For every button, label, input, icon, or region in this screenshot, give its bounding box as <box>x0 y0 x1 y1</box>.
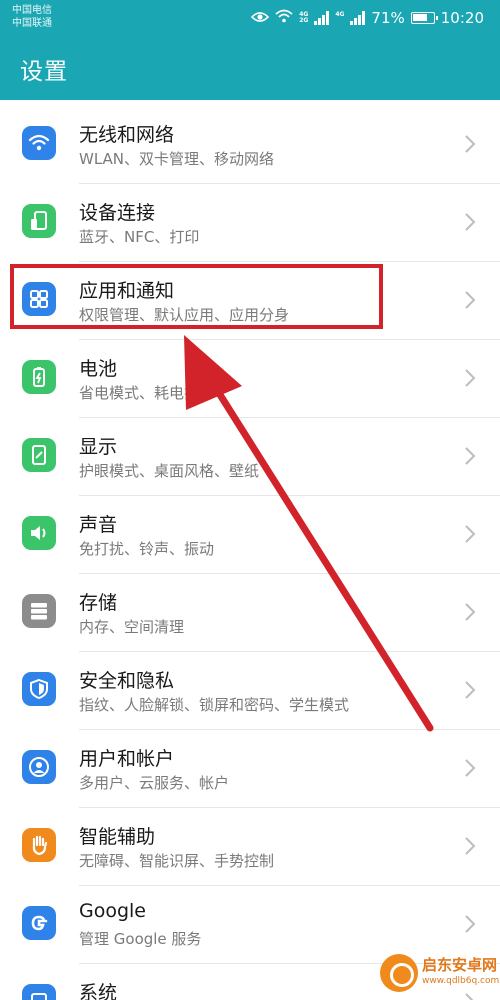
eye-comfort-icon <box>251 9 270 27</box>
chevron-right-icon <box>465 213 476 231</box>
watermark-name: 启东安卓网 <box>422 956 498 974</box>
hand-icon <box>22 828 56 862</box>
signal-1-icon <box>314 11 330 25</box>
wifi-icon <box>22 126 56 160</box>
settings-item-subtitle: 蓝牙、NFC、打印 <box>79 228 200 246</box>
system-icon <box>22 984 56 1000</box>
user-icon <box>22 750 56 784</box>
display-icon <box>22 438 56 472</box>
chevron-right-icon <box>465 291 476 309</box>
battery-percent: 71% <box>371 9 405 27</box>
chevron-right-icon <box>465 681 476 699</box>
carrier-1: 中国电信 <box>12 5 52 16</box>
chevron-right-icon <box>465 135 476 153</box>
chevron-right-icon <box>465 759 476 777</box>
device-connection-icon <box>22 204 56 238</box>
annotation-highlight-box <box>10 264 383 329</box>
settings-item[interactable]: 存储 内存、空间清理 <box>0 574 500 652</box>
chevron-right-icon <box>465 369 476 387</box>
settings-item-title: 声音 <box>79 514 118 536</box>
app-header: 中国电信 中国联通 4G 2G 4G 71% 10:20 设置 <box>0 0 500 100</box>
settings-item-subtitle: 免打扰、铃声、振动 <box>79 540 215 558</box>
settings-item-subtitle: 管理 Google 服务 <box>79 930 202 948</box>
settings-item[interactable]: 无线和网络 WLAN、双卡管理、移动网络 <box>0 106 500 184</box>
watermark: 启东安卓网 www.qdlb6q.com <box>380 952 499 996</box>
settings-item-subtitle: 内存、空间清理 <box>79 618 185 636</box>
status-icons: 4G 2G 4G 71% 10:20 <box>251 7 484 29</box>
settings-item-subtitle: 指纹、人脸解锁、锁屏和密码、学生模式 <box>79 696 350 714</box>
settings-item-title: 无线和网络 <box>79 124 175 146</box>
chevron-right-icon <box>465 603 476 621</box>
settings-item-title: 存储 <box>79 592 118 614</box>
settings-item[interactable]: 设备连接蓝牙、NFC、打印 <box>0 184 500 262</box>
settings-item[interactable]: 显示护眼模式、桌面风格、壁纸 <box>0 418 500 496</box>
watermark-url: www.qdlb6q.com <box>422 976 500 986</box>
storage-icon <box>22 594 56 628</box>
carrier-info: 中国电信 中国联通 <box>12 4 52 30</box>
chevron-right-icon <box>465 447 476 465</box>
watermark-logo-icon <box>380 954 418 992</box>
page-title: 设置 <box>20 59 68 85</box>
settings-item-title: Google <box>79 900 147 922</box>
network-type-icon: 4G 2G <box>299 11 309 24</box>
settings-item-title: 智能辅助 <box>79 826 156 848</box>
settings-item-title: 设备连接 <box>79 202 156 224</box>
status-bar: 中国电信 中国联通 4G 2G 4G 71% 10:20 <box>0 0 500 36</box>
settings-item-subtitle: 护眼模式、桌面风格、壁纸 <box>79 462 260 480</box>
carrier-2: 中国联通 <box>12 18 52 29</box>
settings-item-title: 安全和隐私 <box>79 670 175 692</box>
network-type-2-icon: 4G <box>335 11 345 18</box>
chevron-right-icon <box>465 525 476 543</box>
settings-item[interactable]: 声音免打扰、铃声、振动 <box>0 496 500 574</box>
google-icon <box>22 906 56 940</box>
settings-item[interactable]: 用户和帐户多用户、云服务、帐户 <box>0 730 500 808</box>
signal-2-icon <box>350 11 366 25</box>
settings-item-title: 显示 <box>79 436 118 458</box>
settings-item-title: 电池 <box>79 358 118 380</box>
settings-item-subtitle: WLAN、双卡管理、移动网络 <box>79 150 275 168</box>
wifi-status-icon <box>275 9 293 27</box>
settings-item-title: 用户和帐户 <box>79 748 175 770</box>
chevron-right-icon <box>465 915 476 933</box>
chevron-right-icon <box>465 837 476 855</box>
battery-status-icon <box>410 12 438 24</box>
settings-item-subtitle: 多用户、云服务、帐户 <box>79 774 230 792</box>
speaker-icon <box>22 516 56 550</box>
settings-list: 无线和网络 WLAN、双卡管理、移动网络 设备连接 蓝牙、NFC、打印 应用和通知 权限管… <box>0 106 500 1000</box>
settings-item[interactable]: 安全和隐私指纹、人脸解锁、锁屏和密码、学生模式 <box>0 652 500 730</box>
settings-item-title: 系统 <box>79 982 118 1000</box>
settings-item[interactable]: 智能辅助无障碍、智能识屏、手势控制 <box>0 808 500 886</box>
settings-item-subtitle: 省电模式、耗电排行 <box>79 384 215 402</box>
clock: 10:20 <box>440 9 484 27</box>
settings-item[interactable]: 电池省电模式、耗电排行 <box>0 340 500 418</box>
settings-item-subtitle: 无障碍、智能识屏、手势控制 <box>79 852 275 870</box>
battery-icon <box>22 360 56 394</box>
shield-icon <box>22 672 56 706</box>
